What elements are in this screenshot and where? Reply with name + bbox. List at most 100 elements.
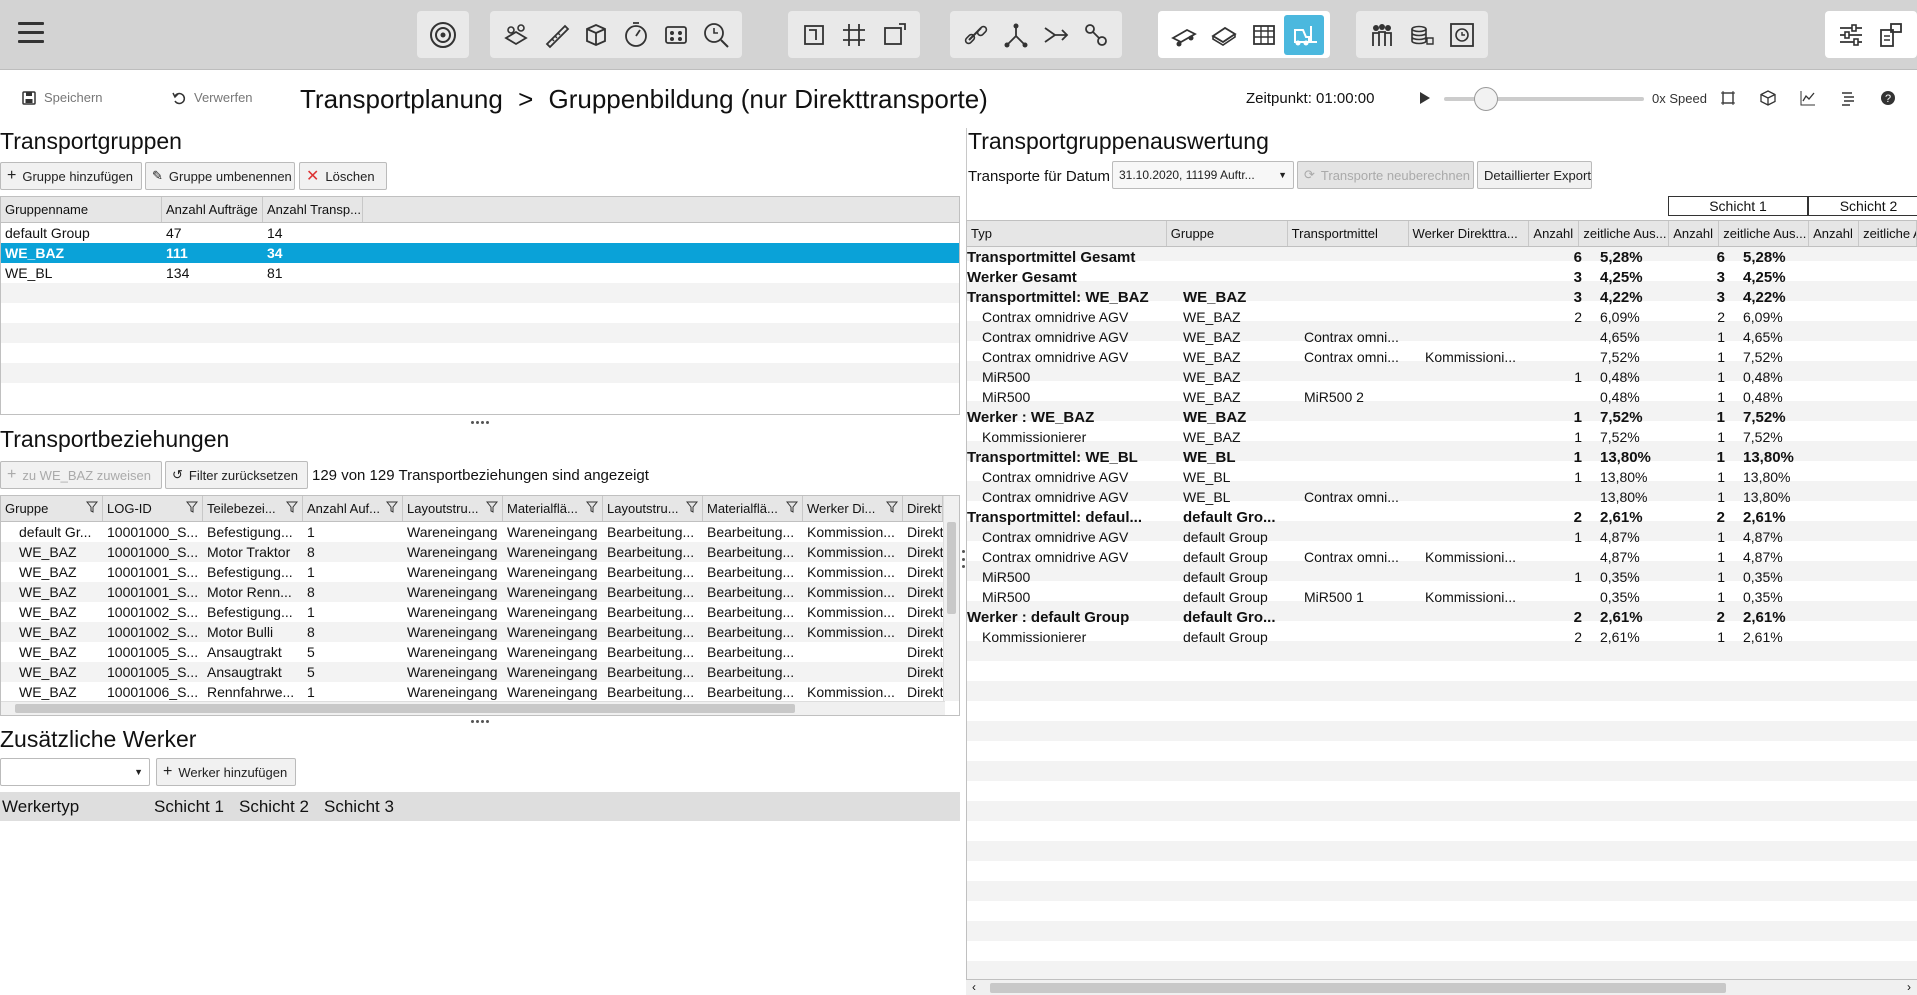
eval-scroll-thumb[interactable] (990, 983, 1726, 993)
evaluation-row[interactable]: Werker : WE_BAZ WE_BAZ 1 7,52% 1 7,52% (967, 407, 1917, 427)
relation-row[interactable]: WE_BAZ 10001001_S... Motor Renn... 8 Warenei… (1, 582, 959, 602)
frame-view-icon[interactable] (1718, 88, 1738, 108)
evaluation-col-header[interactable]: Transportmittel (1288, 221, 1409, 246)
evaluation-row[interactable]: Werker : default Group default Gro... 2 2,6… (967, 607, 1917, 627)
filter-icon[interactable] (885, 501, 899, 516)
filter-icon[interactable] (285, 501, 299, 516)
evaluation-row[interactable]: Kommissionierer default Group 2 2,61% 1 2,61% (967, 627, 1917, 647)
chain-icon[interactable] (1076, 15, 1116, 55)
reset-filter-button[interactable]: ↺ Filter zurücksetzen (165, 461, 308, 489)
relation-col-header[interactable]: Anzahl Auf... (303, 496, 403, 521)
structure-icon[interactable] (1871, 15, 1911, 55)
add-group-button[interactable]: + Gruppe hinzufügen (0, 162, 142, 190)
evaluation-row[interactable]: Contrax omnidrive AGV WE_BAZ 2 6,09% 2 6,09% (967, 307, 1917, 327)
relation-col-header[interactable]: Teilebezei... (203, 496, 303, 521)
filter-icon[interactable] (85, 501, 99, 516)
coins-icon[interactable] (1402, 15, 1442, 55)
people-icon[interactable] (1362, 15, 1402, 55)
table-icon[interactable] (1244, 15, 1284, 55)
col-anzahl-transporte[interactable]: Anzahl Transp... (263, 197, 363, 222)
ruler-icon[interactable] (536, 15, 576, 55)
filter-icon[interactable] (385, 501, 399, 516)
chart-view-icon[interactable] (1798, 88, 1818, 108)
group-row[interactable]: WE_BAZ 111 34 (1, 243, 959, 263)
slider-knob[interactable] (1474, 87, 1498, 111)
splitter-handle[interactable] (471, 421, 489, 425)
sliders-icon[interactable] (1831, 15, 1871, 55)
relation-row[interactable]: WE_BAZ 10001005_S... Ansaugtrakt 5 Wareneing… (1, 662, 959, 682)
evaluation-row[interactable]: Transportmittel: WE_BAZ WE_BAZ 3 4,22% 3 4,22… (967, 287, 1917, 307)
evaluation-h-scrollbar[interactable]: ‹ › (966, 980, 1917, 995)
relation-col-header[interactable]: Layoutstru... (603, 496, 703, 521)
scroll-thumb[interactable] (947, 522, 956, 614)
evaluation-row[interactable]: Kommissionierer WE_BAZ 1 7,52% 1 7,52% (967, 427, 1917, 447)
group-row[interactable] (1, 343, 959, 363)
col-anzahl-auftraege[interactable]: Anzahl Aufträge (162, 197, 263, 222)
group-row[interactable] (1, 383, 959, 403)
cube-icon[interactable] (576, 15, 616, 55)
play-icon[interactable] (1420, 92, 1430, 104)
cube-view-icon[interactable] (1758, 88, 1778, 108)
transform-icon[interactable] (874, 15, 914, 55)
truck-icon[interactable] (1164, 15, 1204, 55)
col-schicht-3[interactable]: Schicht 3 (324, 797, 409, 817)
group-row[interactable] (1, 323, 959, 343)
evaluation-row[interactable]: MiR500 WE_BAZ MiR500 2 0,48% 1 0,48% (967, 387, 1917, 407)
filter-icon[interactable] (685, 501, 699, 516)
search-target-icon[interactable] (696, 15, 736, 55)
list-view-icon[interactable] (1838, 88, 1858, 108)
evaluation-row[interactable]: MiR500 WE_BAZ 1 0,48% 1 0,48% (967, 367, 1917, 387)
stopwatch-icon[interactable] (616, 15, 656, 55)
branch-icon[interactable] (996, 15, 1036, 55)
relation-row[interactable]: WE_BAZ 10001000_S... Motor Traktor 8 Warenei… (1, 542, 959, 562)
relation-col-header[interactable]: Materialflä... (703, 496, 803, 521)
relation-row[interactable]: default Gr... 10001000_S... Befestigung...… (1, 522, 959, 542)
relation-row[interactable]: WE_BAZ 10001006_S... Rennfahrwe... 1 Warenei… (1, 682, 959, 702)
h-scroll-thumb[interactable] (15, 704, 795, 713)
evaluation-col-header[interactable]: Anzahl (1669, 221, 1720, 246)
filter-icon[interactable] (785, 501, 799, 516)
relation-row[interactable]: WE_BAZ 10001002_S... Motor Bulli 8 Wareneing… (1, 622, 959, 642)
relation-col-header[interactable]: Materialflä... (503, 496, 603, 521)
rename-group-button[interactable]: ✎ Gruppe umbenennen (145, 162, 295, 190)
col-schicht-2[interactable]: Schicht 2 (239, 797, 324, 817)
filter-icon[interactable] (485, 501, 499, 516)
group-row[interactable]: WE_BL 134 81 (1, 263, 959, 283)
relation-row[interactable]: WE_BAZ 10001001_S... Befestigung... 1 Warene… (1, 562, 959, 582)
relation-row[interactable]: WE_BAZ 10001002_S... Befestigung... 1 Warene… (1, 602, 959, 622)
relation-col-header[interactable]: LOG-ID (103, 496, 203, 521)
filter-icon[interactable] (585, 501, 599, 516)
evaluation-col-header[interactable]: Werker Direkttra... (1409, 221, 1530, 246)
relation-col-header[interactable]: Werker Di... (803, 496, 903, 521)
evaluation-col-header[interactable]: Typ (967, 221, 1167, 246)
save-button[interactable]: Speichern (22, 90, 103, 105)
speed-slider[interactable] (1444, 87, 1644, 111)
relation-col-header[interactable]: Direktt (903, 496, 943, 521)
horizontal-scrollbar[interactable] (1, 701, 945, 715)
evaluation-col-header[interactable]: zeitliche Aus... (1579, 221, 1670, 246)
export-button[interactable]: Detaillierter Export (1477, 161, 1592, 189)
evaluation-row[interactable]: Werker Gesamt 3 4,25% 3 4,25% (967, 267, 1917, 287)
group-row[interactable] (1, 283, 959, 303)
col-schicht-1[interactable]: Schicht 1 (154, 797, 239, 817)
grid-icon[interactable] (656, 15, 696, 55)
relation-col-header[interactable]: Layoutstru... (403, 496, 503, 521)
help-icon[interactable]: ? (1878, 88, 1898, 108)
filter-icon[interactable] (185, 501, 199, 516)
evaluation-row[interactable]: Contrax omnidrive AGV WE_BL 1 13,80% 1 13,80% (967, 467, 1917, 487)
evaluation-col-header[interactable]: zeitliche Aus... (1719, 221, 1810, 246)
scroll-right-icon[interactable]: › (1907, 980, 1911, 994)
evaluation-row[interactable]: Contrax omnidrive AGV WE_BAZ Contrax omni.… (967, 347, 1917, 367)
layers-icon[interactable] (496, 15, 536, 55)
link-icon[interactable] (956, 15, 996, 55)
assign-group-button[interactable]: + zu WE_BAZ zuweisen (0, 461, 162, 489)
group-row[interactable] (1, 363, 959, 383)
merge-icon[interactable] (1036, 15, 1076, 55)
add-worker-button[interactable]: + Werker hinzufügen (156, 758, 296, 786)
relation-row[interactable]: WE_BAZ 10001005_S... Ansaugtrakt 5 Wareneing… (1, 642, 959, 662)
group-row[interactable] (1, 303, 959, 323)
target-icon[interactable] (423, 15, 463, 55)
hamburger-menu-icon[interactable] (18, 22, 44, 44)
discard-button[interactable]: Verwerfen (172, 90, 253, 105)
forklift-icon[interactable] (1284, 14, 1324, 55)
